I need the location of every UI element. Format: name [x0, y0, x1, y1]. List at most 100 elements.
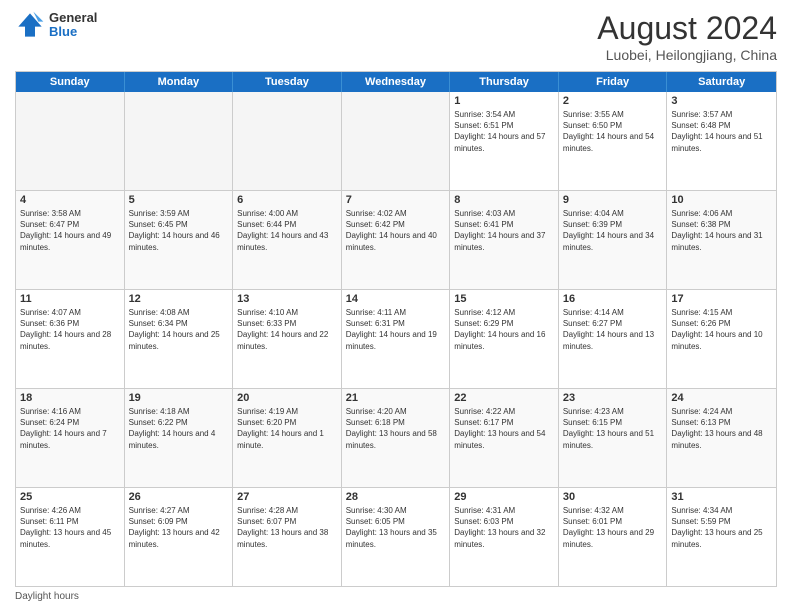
cal-cell: 29 Sunrise: 4:31 AMSunset: 6:03 PMDayligh…: [450, 488, 559, 586]
day-number: 26: [129, 491, 229, 503]
day-info: Sunrise: 4:19 AMSunset: 6:20 PMDaylight:…: [237, 406, 337, 451]
day-info: Sunrise: 4:20 AMSunset: 6:18 PMDaylight:…: [346, 406, 446, 451]
cal-cell: 23Sunrise: 4:23 AMSunset: 6:15 PMDayligh…: [559, 389, 668, 487]
cal-header-sunday: Sunday: [16, 72, 125, 92]
cal-header-saturday: Saturday: [667, 72, 776, 92]
cal-cell: [342, 92, 451, 190]
cal-cell: 20 Sunrise: 4:19 AMSunset: 6:20 PMDayligh…: [233, 389, 342, 487]
day-number: 4: [20, 194, 120, 206]
cal-header-wednesday: Wednesday: [342, 72, 451, 92]
cal-cell: [125, 92, 234, 190]
day-number: 24: [671, 392, 772, 404]
day-number: 31: [671, 491, 772, 503]
day-number: 21: [346, 392, 446, 404]
day-number: 1: [454, 95, 554, 107]
cal-cell: 11Sunrise: 4:07 AMSunset: 6:36 PMDayligh…: [16, 290, 125, 388]
cal-header-thursday: Thursday: [450, 72, 559, 92]
day-number: 29: [454, 491, 554, 503]
day-info: Sunrise: 4:02 AMSunset: 6:42 PMDaylight:…: [346, 208, 446, 253]
day-number: 27: [237, 491, 337, 503]
day-number: 17: [671, 293, 772, 305]
logo-general-text: General: [49, 11, 97, 25]
day-number: 11: [20, 293, 120, 305]
day-info: Sunrise: 4:14 AMSunset: 6:27 PMDaylight:…: [563, 307, 663, 352]
cal-cell: 3 Sunrise: 3:57 AMSunset: 6:48 PMDaylight…: [667, 92, 776, 190]
logo-text: General Blue: [49, 11, 97, 40]
day-number: 5: [129, 194, 229, 206]
day-info: Sunrise: 4:32 AMSunset: 6:01 PMDaylight:…: [563, 505, 663, 550]
day-info: Sunrise: 4:00 AMSunset: 6:44 PMDaylight:…: [237, 208, 337, 253]
day-number: 8: [454, 194, 554, 206]
day-info: Sunrise: 4:15 AMSunset: 6:26 PMDaylight:…: [671, 307, 772, 352]
cal-cell: 9Sunrise: 4:04 AMSunset: 6:39 PMDaylight…: [559, 191, 668, 289]
cal-week-3: 11Sunrise: 4:07 AMSunset: 6:36 PMDayligh…: [16, 290, 776, 389]
cal-cell: 8 Sunrise: 4:03 AMSunset: 6:41 PMDaylight…: [450, 191, 559, 289]
cal-cell: 19 Sunrise: 4:18 AMSunset: 6:22 PMDayligh…: [125, 389, 234, 487]
cal-cell: 5 Sunrise: 3:59 AMSunset: 6:45 PMDaylight…: [125, 191, 234, 289]
day-info: Sunrise: 4:16 AMSunset: 6:24 PMDaylight:…: [20, 406, 120, 451]
cal-week-2: 4 Sunrise: 3:58 AMSunset: 6:47 PMDaylight…: [16, 191, 776, 290]
cal-cell: 24Sunrise: 4:24 AMSunset: 6:13 PMDayligh…: [667, 389, 776, 487]
cal-cell: 28 Sunrise: 4:30 AMSunset: 6:05 PMDayligh…: [342, 488, 451, 586]
day-number: 30: [563, 491, 663, 503]
cal-cell: 12Sunrise: 4:08 AMSunset: 6:34 PMDayligh…: [125, 290, 234, 388]
day-number: 28: [346, 491, 446, 503]
day-number: 14: [346, 293, 446, 305]
day-info: Sunrise: 3:57 AMSunset: 6:48 PMDaylight:…: [671, 109, 772, 154]
cal-cell: 27Sunrise: 4:28 AMSunset: 6:07 PMDayligh…: [233, 488, 342, 586]
daylight-label: Daylight hours: [15, 591, 79, 602]
cal-cell: 7Sunrise: 4:02 AMSunset: 6:42 PMDaylight…: [342, 191, 451, 289]
day-info: Sunrise: 3:58 AMSunset: 6:47 PMDaylight:…: [20, 208, 120, 253]
generalblue-logo-icon: [15, 10, 45, 40]
cal-cell: 18 Sunrise: 4:16 AMSunset: 6:24 PMDayligh…: [16, 389, 125, 487]
day-number: 13: [237, 293, 337, 305]
calendar: SundayMondayTuesdayWednesdayThursdayFrid…: [15, 71, 777, 587]
day-number: 12: [129, 293, 229, 305]
day-number: 6: [237, 194, 337, 206]
day-number: 25: [20, 491, 120, 503]
day-number: 18: [20, 392, 120, 404]
day-number: 3: [671, 95, 772, 107]
day-info: Sunrise: 4:06 AMSunset: 6:38 PMDaylight:…: [671, 208, 772, 253]
day-number: 20: [237, 392, 337, 404]
calendar-header-row: SundayMondayTuesdayWednesdayThursdayFrid…: [16, 72, 776, 92]
cal-cell: 30 Sunrise: 4:32 AMSunset: 6:01 PMDayligh…: [559, 488, 668, 586]
cal-header-tuesday: Tuesday: [233, 72, 342, 92]
day-info: Sunrise: 4:03 AMSunset: 6:41 PMDaylight:…: [454, 208, 554, 253]
cal-cell: 17 Sunrise: 4:15 AMSunset: 6:26 PMDayligh…: [667, 290, 776, 388]
day-info: Sunrise: 4:12 AMSunset: 6:29 PMDaylight:…: [454, 307, 554, 352]
subtitle: Luobei, Heilongjiang, China: [597, 47, 777, 63]
cal-cell: 13 Sunrise: 4:10 AMSunset: 6:33 PMDayligh…: [233, 290, 342, 388]
day-info: Sunrise: 4:30 AMSunset: 6:05 PMDaylight:…: [346, 505, 446, 550]
day-info: Sunrise: 3:55 AMSunset: 6:50 PMDaylight:…: [563, 109, 663, 154]
day-number: 2: [563, 95, 663, 107]
day-info: Sunrise: 3:54 AMSunset: 6:51 PMDaylight:…: [454, 109, 554, 154]
cal-cell: 25 Sunrise: 4:26 AMSunset: 6:11 PMDayligh…: [16, 488, 125, 586]
logo: General Blue: [15, 10, 97, 40]
day-info: Sunrise: 4:11 AMSunset: 6:31 PMDaylight:…: [346, 307, 446, 352]
cal-cell: 2 Sunrise: 3:55 AMSunset: 6:50 PMDaylight…: [559, 92, 668, 190]
day-info: Sunrise: 4:18 AMSunset: 6:22 PMDaylight:…: [129, 406, 229, 451]
day-number: 16: [563, 293, 663, 305]
cal-cell: 10 Sunrise: 4:06 AMSunset: 6:38 PMDayligh…: [667, 191, 776, 289]
day-info: Sunrise: 3:59 AMSunset: 6:45 PMDaylight:…: [129, 208, 229, 253]
day-number: 19: [129, 392, 229, 404]
cal-cell: 31 Sunrise: 4:34 AMSunset: 5:59 PMDayligh…: [667, 488, 776, 586]
main-title: August 2024: [597, 10, 777, 47]
page: General Blue August 2024 Luobei, Heilong…: [0, 0, 792, 612]
day-info: Sunrise: 4:04 AMSunset: 6:39 PMDaylight:…: [563, 208, 663, 253]
day-info: Sunrise: 4:31 AMSunset: 6:03 PMDaylight:…: [454, 505, 554, 550]
day-info: Sunrise: 4:10 AMSunset: 6:33 PMDaylight:…: [237, 307, 337, 352]
day-info: Sunrise: 4:34 AMSunset: 5:59 PMDaylight:…: [671, 505, 772, 550]
cal-week-5: 25 Sunrise: 4:26 AMSunset: 6:11 PMDayligh…: [16, 488, 776, 586]
cal-cell: 4 Sunrise: 3:58 AMSunset: 6:47 PMDaylight…: [16, 191, 125, 289]
cal-cell: 21 Sunrise: 4:20 AMSunset: 6:18 PMDayligh…: [342, 389, 451, 487]
cal-cell: 1 Sunrise: 3:54 AMSunset: 6:51 PMDaylight…: [450, 92, 559, 190]
cal-cell: 16 Sunrise: 4:14 AMSunset: 6:27 PMDayligh…: [559, 290, 668, 388]
cal-cell: [233, 92, 342, 190]
day-info: Sunrise: 4:26 AMSunset: 6:11 PMDaylight:…: [20, 505, 120, 550]
day-info: Sunrise: 4:27 AMSunset: 6:09 PMDaylight:…: [129, 505, 229, 550]
calendar-body: 1 Sunrise: 3:54 AMSunset: 6:51 PMDaylight…: [16, 92, 776, 586]
header: General Blue August 2024 Luobei, Heilong…: [15, 10, 777, 63]
day-number: 10: [671, 194, 772, 206]
